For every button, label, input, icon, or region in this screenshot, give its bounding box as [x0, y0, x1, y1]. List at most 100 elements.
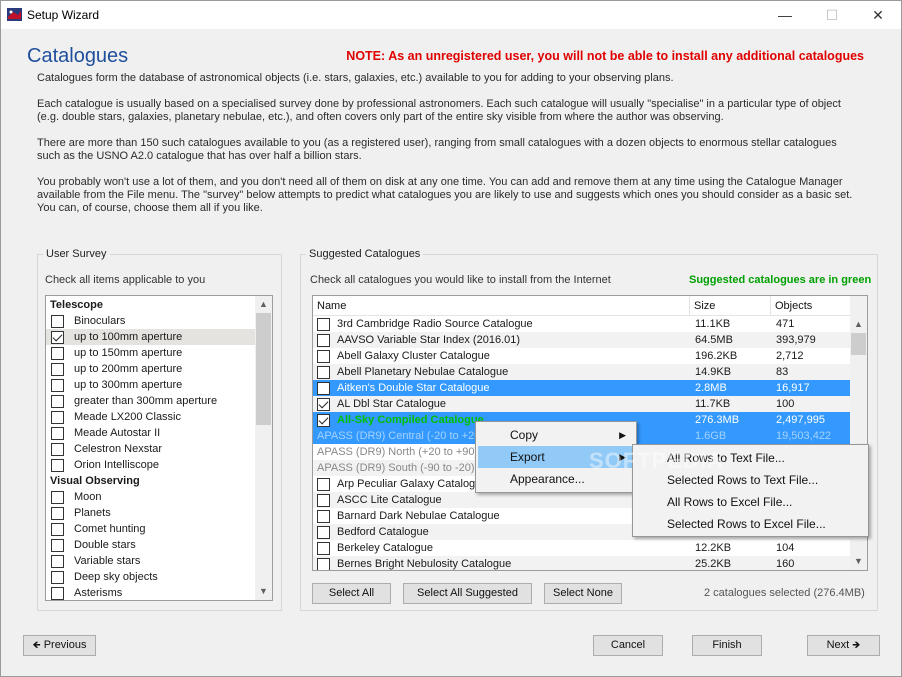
page-heading: Catalogues — [27, 45, 129, 67]
intro-paragraph-4: You probably won't use a lot of them, an… — [37, 176, 853, 214]
intro-paragraph-2: Each catalogue is usually based on a spe… — [37, 98, 841, 123]
cancel-button[interactable]: Cancel — [593, 635, 663, 656]
survey-item[interactable]: Deep sky objects — [46, 569, 255, 585]
survey-item-checkbox[interactable] — [51, 443, 64, 456]
export-all-rows-excel-label: All Rows to Excel File... — [667, 495, 793, 509]
survey-item-checkbox[interactable] — [51, 523, 64, 536]
table-row[interactable]: AL Dbl Star Catalogue 11.7KB 100 — [313, 396, 850, 412]
survey-item-checkbox[interactable] — [51, 379, 64, 392]
survey-item[interactable]: Celestron Nexstar — [46, 441, 255, 457]
survey-item-checkbox[interactable] — [51, 507, 64, 520]
app-logo-icon — [7, 8, 22, 21]
survey-item-checkbox[interactable] — [51, 571, 64, 584]
survey-item-checkbox[interactable] — [51, 411, 64, 424]
row-checkbox[interactable] — [317, 414, 330, 427]
survey-item-checkbox[interactable] — [51, 459, 64, 472]
row-checkbox[interactable] — [317, 366, 330, 379]
survey-item-checkbox[interactable] — [51, 491, 64, 504]
column-header-size[interactable]: Size — [690, 296, 771, 316]
survey-item[interactable]: Meade Autostar II — [46, 425, 255, 441]
maximize-button[interactable]: ☐ — [809, 1, 855, 29]
survey-item[interactable]: Binoculars — [46, 313, 255, 329]
submenu-arrow-icon: ▶ — [619, 430, 626, 440]
column-header-objects[interactable]: Objects — [771, 296, 850, 316]
table-row[interactable]: Berkeley Catalogue 12.2KB 104 — [313, 540, 850, 556]
catalogue-name: Arp Peculiar Galaxy Catalogue — [337, 478, 488, 490]
survey-item-checkbox[interactable] — [51, 587, 64, 600]
table-row[interactable]: Bernes Bright Nebulosity Catalogue 25.2KB… — [313, 556, 850, 570]
table-row[interactable]: Abell Planetary Nebulae Catalogue 14.9KB 8… — [313, 364, 850, 380]
suggested-hint: Check all catalogues you would like to i… — [310, 274, 611, 286]
finish-button[interactable]: Finish — [692, 635, 762, 656]
survey-item-checkbox[interactable] — [51, 363, 64, 376]
survey-item-checkbox[interactable] — [51, 555, 64, 568]
close-button[interactable]: ✕ — [855, 1, 901, 29]
column-header-name[interactable]: Name — [313, 296, 690, 316]
table-row[interactable]: AAVSO Variable Star Index (2016.01) 64.5M… — [313, 332, 850, 348]
table-row[interactable]: Abell Galaxy Cluster Catalogue 196.2KB 2,7… — [313, 348, 850, 364]
next-button[interactable]: Next 🡺 — [807, 635, 880, 656]
scroll-down-icon[interactable]: ▼ — [255, 583, 272, 600]
survey-item[interactable]: up to 200mm aperture — [46, 361, 255, 377]
row-checkbox[interactable] — [317, 382, 330, 395]
select-all-suggested-button[interactable]: Select All Suggested — [403, 583, 532, 604]
row-checkbox[interactable] — [317, 398, 330, 411]
survey-item-checkbox[interactable] — [51, 427, 64, 440]
table-row[interactable]: Aitken's Double Star Catalogue 2.8MB 16,91… — [313, 380, 850, 396]
row-checkbox[interactable] — [317, 318, 330, 331]
survey-item[interactable]: Orion Intelliscope — [46, 457, 255, 473]
survey-scrollbar[interactable]: ▲ ▼ — [255, 296, 272, 600]
row-checkbox[interactable] — [317, 350, 330, 363]
survey-item[interactable]: Double stars — [46, 537, 255, 553]
suggested-catalogues-title: Suggested Catalogues — [306, 248, 424, 260]
survey-item[interactable]: up to 150mm aperture — [46, 345, 255, 361]
user-survey-list[interactable]: Telescope Binoculars up to 100mm aperture u… — [45, 295, 273, 601]
survey-group-header: Telescope — [46, 297, 255, 313]
row-checkbox[interactable] — [317, 478, 330, 491]
export-all-rows-excel[interactable]: All Rows to Excel File... — [635, 491, 866, 513]
survey-item-checkbox[interactable] — [51, 347, 64, 360]
row-checkbox[interactable] — [317, 526, 330, 539]
survey-item[interactable]: up to 100mm aperture — [46, 329, 255, 345]
catalogue-objects: 2,712 — [776, 350, 804, 362]
survey-item[interactable]: greater than 300mm aperture — [46, 393, 255, 409]
select-none-button[interactable]: Select None — [544, 583, 622, 604]
survey-item-label: Meade LX200 Classic — [74, 411, 182, 423]
catalogue-name: Bedford Catalogue — [337, 526, 429, 538]
survey-item[interactable]: Planets — [46, 505, 255, 521]
scroll-down-icon[interactable]: ▼ — [850, 553, 867, 570]
catalogue-objects: 19,503,422 — [776, 430, 832, 442]
survey-item-label: Variable stars — [74, 555, 141, 567]
catalogue-objects: 104 — [776, 542, 795, 554]
survey-item[interactable]: Variable stars — [46, 553, 255, 569]
survey-item[interactable]: up to 300mm aperture — [46, 377, 255, 393]
survey-item-checkbox[interactable] — [51, 395, 64, 408]
survey-scroll-thumb[interactable] — [256, 313, 271, 425]
row-checkbox[interactable] — [317, 558, 330, 570]
survey-item[interactable]: Asterisms — [46, 585, 255, 600]
survey-item-checkbox[interactable] — [51, 331, 64, 344]
survey-item-checkbox[interactable] — [51, 315, 64, 328]
table-row[interactable]: 3rd Cambridge Radio Source Catalogue 11.1… — [313, 316, 850, 332]
survey-item[interactable]: Moon — [46, 489, 255, 505]
catalogue-objects: 471 — [776, 318, 795, 330]
catalogue-scroll-thumb[interactable] — [851, 333, 866, 355]
catalogue-size: 11.7KB — [695, 398, 731, 410]
catalogue-objects: 2,497,995 — [776, 414, 825, 426]
survey-item-label: Orion Intelliscope — [74, 459, 159, 471]
scroll-up-icon[interactable]: ▲ — [255, 296, 272, 313]
minimize-button[interactable]: — — [762, 1, 808, 29]
menu-item-copy[interactable]: Copy ▶ — [478, 424, 634, 446]
survey-item-checkbox[interactable] — [51, 539, 64, 552]
survey-item[interactable]: Meade LX200 Classic — [46, 409, 255, 425]
export-selected-rows-excel[interactable]: Selected Rows to Excel File... — [635, 513, 866, 535]
row-checkbox[interactable] — [317, 334, 330, 347]
row-checkbox[interactable] — [317, 494, 330, 507]
previous-button[interactable]: 🡸 Previous — [23, 635, 96, 656]
row-checkbox[interactable] — [317, 542, 330, 555]
row-checkbox[interactable] — [317, 510, 330, 523]
select-all-button[interactable]: Select All — [312, 583, 391, 604]
catalogue-objects: 16,917 — [776, 382, 810, 394]
survey-item[interactable]: Comet hunting — [46, 521, 255, 537]
scroll-up-icon[interactable]: ▲ — [850, 316, 867, 333]
